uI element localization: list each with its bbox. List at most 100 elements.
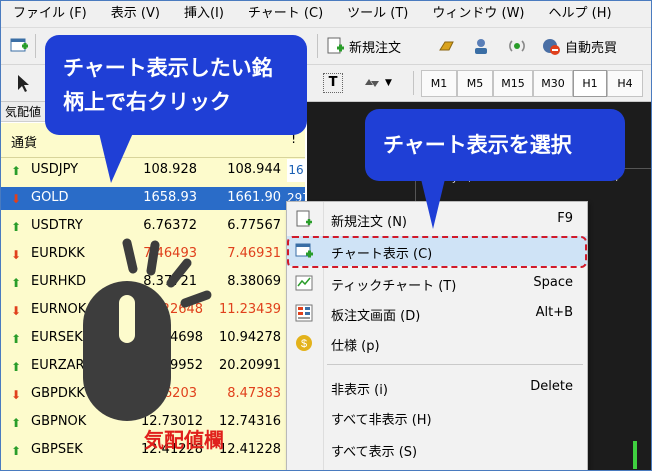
row-ask: 11.23439 <box>218 302 281 317</box>
row-ask: 7.46931 <box>227 246 281 261</box>
context-menu-item[interactable]: $ 仕様 (p) <box>287 328 587 358</box>
context-menu-label: すべて表示 (S) <box>331 445 418 460</box>
arrow-up-icon: ⬆ <box>11 416 22 430</box>
timeframe-m15[interactable]: M15 <box>493 70 533 97</box>
timeframe-m1[interactable]: M1 <box>421 70 457 97</box>
context-menu-shortcut: Space <box>533 275 573 290</box>
toolbar-separator <box>413 71 414 95</box>
timeframe-h1[interactable]: H1 <box>573 70 607 97</box>
spec-icon: $ <box>296 335 312 351</box>
auto-trade-button[interactable]: 自動売買 <box>541 32 617 60</box>
context-menu-label: ティックチャート (T) <box>331 279 457 294</box>
row-spread: 16 <box>287 159 305 182</box>
text-tool-icon: T <box>323 73 343 93</box>
market-watch-annotation: 気配値欄 <box>144 428 224 452</box>
context-menu-label: 新規注文 (N) <box>331 215 408 230</box>
text-tool-button[interactable]: T <box>323 69 343 97</box>
history-button[interactable] <box>437 32 457 60</box>
context-menu-label: 仕様 (p) <box>331 339 380 354</box>
menu-tools[interactable]: ツール (T) <box>335 1 420 27</box>
table-row[interactable]: ⬆ USDJPY 108.928 108.944 16 <box>1 159 305 182</box>
tick-chart-icon <box>295 275 313 291</box>
cursor-button[interactable] <box>13 69 33 97</box>
chevron-down-icon: ▼ <box>385 78 392 88</box>
new-order-icon <box>296 210 312 227</box>
toolbar-separator <box>35 34 36 58</box>
context-menu-item[interactable]: 非表示 (i) Delete <box>287 372 587 402</box>
context-menu-item[interactable]: 板注文画面 (D) Alt+B <box>287 298 587 328</box>
context-menu-label: 非表示 (i) <box>331 383 388 398</box>
context-menu-shortcut: Delete <box>530 379 573 394</box>
row-ask: 8.38069 <box>227 274 281 289</box>
arrow-up-icon: ⬆ <box>11 444 22 458</box>
row-ask: 108.944 <box>227 162 281 177</box>
menu-separator <box>327 364 583 365</box>
new-order-icon <box>327 37 344 54</box>
svg-text:$: $ <box>301 338 307 350</box>
new-chart-button[interactable] <box>9 32 29 60</box>
context-menu-item[interactable]: すべて非表示 (H) <box>287 402 587 432</box>
timeframe-h4[interactable]: H4 <box>607 70 643 97</box>
timeframe-m5[interactable]: M5 <box>457 70 493 97</box>
arrows-button[interactable]: ▼ <box>361 69 392 97</box>
table-row[interactable]: ⬆USDDKK6.906296.91293 <box>1 467 305 470</box>
timeframe-m30[interactable]: M30 <box>533 70 573 97</box>
user-icon <box>475 39 487 54</box>
header-symbol[interactable]: 通貨 <box>11 132 37 151</box>
callout-select-chart: チャート表示を選択 <box>365 109 625 181</box>
auto-trade-icon <box>543 39 560 55</box>
gold-bar-icon <box>439 41 454 51</box>
row-ask: 1661.90 <box>227 190 281 205</box>
menu-help[interactable]: ヘルプ (H) <box>537 1 624 27</box>
callout-tail <box>421 179 445 229</box>
row-ask: 10.94278 <box>218 330 281 345</box>
table-row[interactable]: ⬇ GOLD 1658.93 1661.90 297 <box>1 187 310 210</box>
cursor-arrow-icon <box>18 75 29 92</box>
context-menu-item[interactable]: すべて表示 (S) <box>287 434 587 464</box>
callout-right-click: チャート表示したい銘柄上で右クリック <box>45 35 307 135</box>
signal-button[interactable] <box>507 32 527 60</box>
menu-insert[interactable]: 挿入(I) <box>172 1 236 27</box>
arrows-icon <box>365 79 379 87</box>
toolbar-separator <box>317 34 318 58</box>
context-menu-shortcut: Alt+B <box>535 305 573 320</box>
arrow-down-icon: ⬇ <box>11 192 22 206</box>
context-menu-label: すべて非表示 (H) <box>331 413 432 428</box>
context-menu-label: 板注文画面 (D) <box>331 309 421 324</box>
arrow-down-icon: ⬇ <box>11 304 22 318</box>
arrow-down-icon: ⬇ <box>11 388 22 402</box>
row-bid: 108.928 <box>143 162 197 177</box>
chart-candle <box>633 441 637 469</box>
arrow-up-icon: ⬆ <box>11 276 22 290</box>
arrow-up-icon: ⬆ <box>11 332 22 346</box>
context-menu-shortcut: F9 <box>557 211 573 226</box>
menubar: ファイル (F) 表示 (V) 挿入(I) チャート (C) ツール (T) ウ… <box>1 1 651 28</box>
new-order-button[interactable]: 新規注文 <box>325 32 401 60</box>
row-symbol: GBPSEK <box>31 442 83 457</box>
arrow-down-icon: ⬇ <box>11 248 22 262</box>
arrow-up-icon: ⬆ <box>11 360 22 374</box>
row-ask: 20.20991 <box>218 358 281 373</box>
table-row[interactable]: ⬆ USDTRY 6.76372 6.77567 <box>1 215 305 238</box>
callout-tail <box>99 133 133 183</box>
highlight-box <box>287 236 587 268</box>
order-book-icon <box>295 304 313 322</box>
app-window: ファイル (F) 表示 (V) 挿入(I) チャート (C) ツール (T) ウ… <box>0 0 652 471</box>
menu-view[interactable]: 表示 (V) <box>99 1 172 27</box>
new-chart-icon <box>10 38 28 52</box>
row-symbol: USDJPY <box>31 162 79 177</box>
row-ask: 6.77567 <box>227 218 281 233</box>
account-button[interactable] <box>471 32 491 60</box>
context-menu-item[interactable]: ティックチャート (T) Space <box>287 268 587 298</box>
row-symbol: GOLD <box>31 190 69 205</box>
mouse-icon <box>83 238 212 421</box>
auto-trade-label: 自動売買 <box>565 40 618 56</box>
menu-chart[interactable]: チャート (C) <box>236 1 335 27</box>
signal-icon <box>509 40 525 52</box>
menu-file[interactable]: ファイル (F) <box>1 1 99 27</box>
row-ask: 8.47383 <box>227 386 281 401</box>
row-bid: 1658.93 <box>143 190 197 205</box>
row-bid: 6.76372 <box>143 218 197 233</box>
menu-window[interactable]: ウィンドウ (W) <box>420 1 536 27</box>
new-order-label: 新規注文 <box>349 40 402 56</box>
